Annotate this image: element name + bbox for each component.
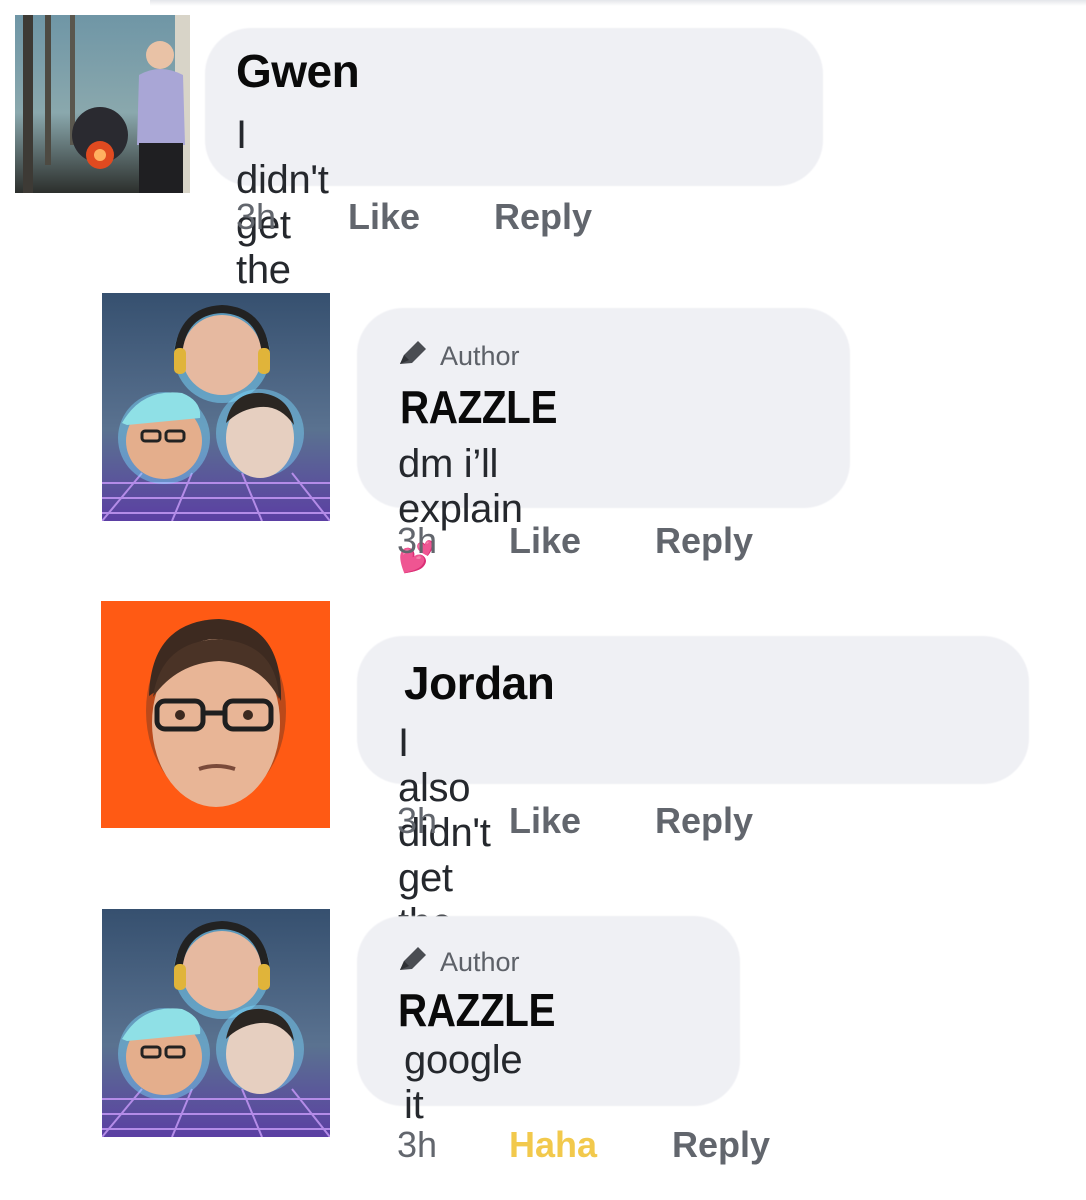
like-button[interactable]: Like bbox=[509, 800, 581, 842]
comment-time: 3h bbox=[236, 196, 277, 237]
comment-time: 3h bbox=[397, 520, 438, 561]
avatar-art bbox=[102, 909, 330, 1137]
avatar-photo bbox=[15, 15, 190, 193]
comment-time: 3h bbox=[397, 800, 438, 841]
comment-time: 3h bbox=[397, 1124, 438, 1165]
reply-button[interactable]: Reply bbox=[655, 520, 753, 562]
pencil-icon bbox=[396, 338, 430, 375]
author-label: Author bbox=[440, 947, 520, 977]
commenter-name[interactable]: RAZZLE bbox=[400, 380, 557, 434]
top-divider bbox=[150, 0, 1086, 6]
like-button[interactable]: Like bbox=[348, 196, 420, 238]
author-label: Author bbox=[440, 341, 520, 371]
avatar-art bbox=[102, 293, 330, 521]
commenter-name[interactable]: RAZZLE bbox=[398, 983, 555, 1037]
like-button[interactable]: Like bbox=[509, 520, 581, 562]
avatar[interactable] bbox=[102, 293, 330, 521]
reply-button[interactable]: Reply bbox=[672, 1124, 770, 1166]
avatar[interactable] bbox=[101, 601, 330, 828]
avatar[interactable] bbox=[102, 909, 330, 1137]
avatar[interactable] bbox=[15, 15, 190, 193]
reply-button[interactable]: Reply bbox=[655, 800, 753, 842]
author-badge: Author bbox=[396, 944, 520, 981]
pencil-icon bbox=[396, 944, 430, 981]
commenter-name[interactable]: Jordan bbox=[404, 656, 555, 710]
reply-button[interactable]: Reply bbox=[494, 196, 592, 238]
comment-text: google it bbox=[404, 1038, 523, 1127]
author-badge: Author bbox=[396, 338, 520, 375]
avatar-photo bbox=[101, 601, 330, 828]
haha-reaction-button[interactable]: Haha bbox=[509, 1124, 597, 1166]
comment-text-body: dm i’ll explain bbox=[398, 442, 523, 531]
commenter-name[interactable]: Gwen bbox=[236, 44, 360, 98]
